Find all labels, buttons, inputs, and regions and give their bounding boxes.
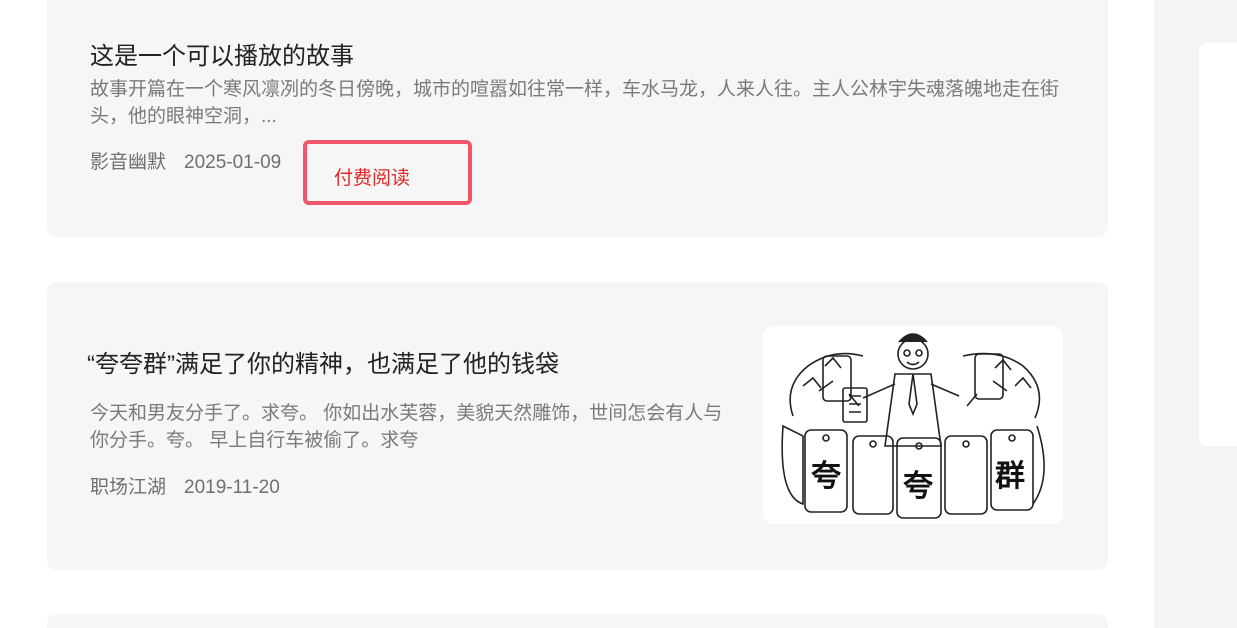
thumbnail-panel-text: 群: [995, 459, 1025, 494]
article-thumbnail[interactable]: 夸 夸 群: [763, 326, 1063, 524]
article-date: 2025-01-09: [184, 152, 282, 173]
article-title[interactable]: “夸夸群”满足了你的精神，也满足了他的钱袋: [87, 350, 559, 380]
article-card[interactable]: 这是一个可以播放的故事 故事开篇在一个寒风凛冽的冬日傍晚，城市的喧嚣如往常一样，…: [47, 0, 1108, 237]
article-summary: 今天和男友分手了。求夸。 你如出水芙蓉，美貌天然雕饰，世间怎会有人与你分手。夸。…: [90, 403, 723, 451]
paid-read-button[interactable]: 付费阅读: [303, 140, 472, 205]
article-meta: 影音幽默 2025-01-09: [90, 151, 281, 175]
article-summary: 故事开篇在一个寒风凛冽的冬日傍晚，城市的喧嚣如往常一样，车水马龙，人来人往。主人…: [90, 79, 1060, 127]
paid-read-label: 付费阅读: [334, 168, 411, 189]
article-title[interactable]: 这是一个可以播放的故事: [90, 42, 354, 72]
article-author[interactable]: 影音幽默: [90, 152, 166, 173]
thumbnail-panel-text: 夸: [811, 459, 841, 494]
sidebar-panel: [1199, 43, 1237, 446]
article-card[interactable]: “夸夸群”满足了你的精神，也满足了他的钱袋 今天和男友分手了。求夸。 你如出水芙…: [47, 282, 1108, 570]
article-meta: 职场江湖 2019-11-20: [90, 476, 280, 500]
article-card[interactable]: [47, 614, 1108, 628]
article-author[interactable]: 职场江湖: [90, 477, 166, 498]
cartoon-illustration-icon: 夸 夸 群: [781, 333, 1045, 519]
article-date: 2019-11-20: [184, 477, 280, 498]
thumbnail-panel-text: 夸: [903, 469, 933, 504]
